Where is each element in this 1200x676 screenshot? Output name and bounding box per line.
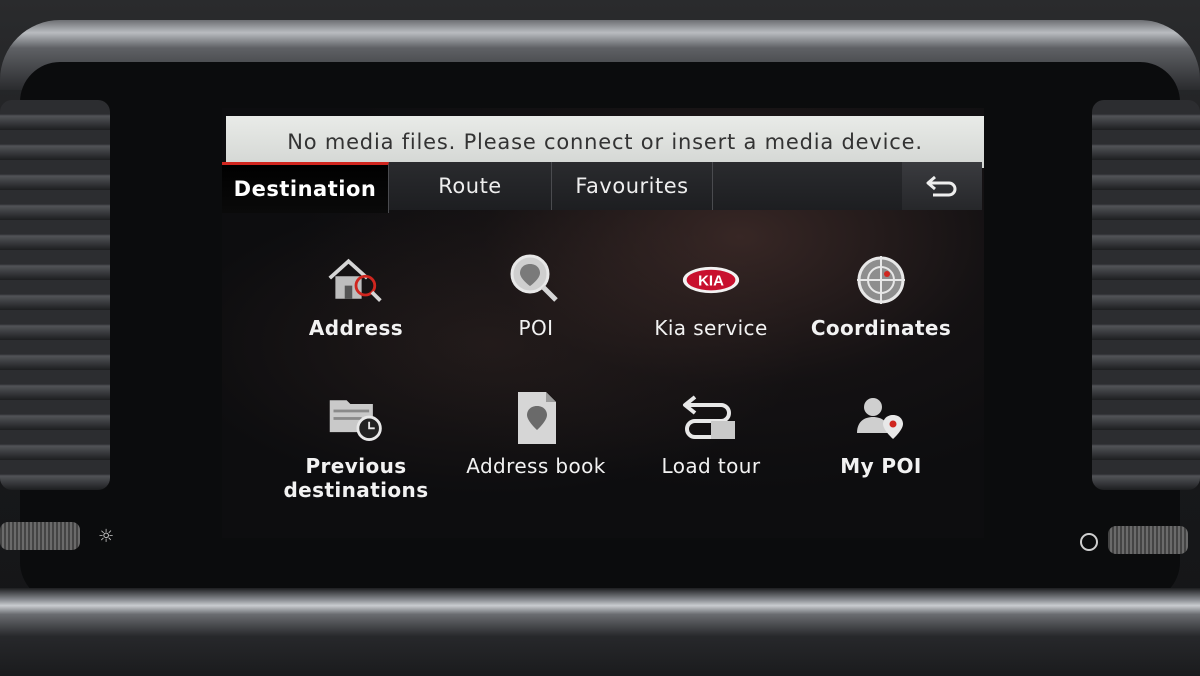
tab-route[interactable]: Route [389, 162, 552, 210]
menu-item-load-tour[interactable]: Load tour [621, 388, 801, 518]
menu-item-label: My POI [840, 454, 922, 478]
address-book-icon [518, 392, 556, 444]
menu-item-label: Address book [466, 454, 606, 478]
navigation-screen: No media files. Please connect or insert… [222, 108, 984, 538]
menu-item-kia-service[interactable]: KIA Kia service [621, 250, 801, 380]
tab-label: Destination [233, 177, 377, 201]
hardware-knob-left[interactable] [0, 522, 80, 550]
menu-item-label: Address [308, 316, 404, 340]
load-tour-icon [683, 395, 735, 439]
tab-bar: Destination Route Favourites [222, 162, 982, 214]
tab-bar-spacer [713, 162, 902, 210]
folder-clock-icon [329, 400, 382, 441]
dashboard-trim-bottom [0, 588, 1200, 676]
back-button[interactable] [902, 162, 982, 210]
coordinates-target-icon [857, 256, 905, 304]
menu-item-poi[interactable]: POI [446, 250, 626, 380]
light-icon: ☼ [98, 526, 115, 547]
svg-text:KIA: KIA [698, 273, 724, 290]
menu-item-address-book[interactable]: Address book [446, 388, 626, 518]
tab-label: Route [438, 174, 502, 198]
menu-item-label: Load tour [661, 454, 761, 478]
power-indicator-icon [1080, 533, 1098, 551]
air-vent-right [1092, 100, 1200, 490]
menu-item-label: Kia service [654, 316, 768, 340]
poi-search-icon [510, 254, 558, 302]
house-search-icon [328, 258, 382, 302]
tab-favourites[interactable]: Favourites [552, 162, 713, 210]
menu-item-address[interactable]: Address [266, 250, 446, 380]
menu-item-label: Previous destinations [283, 454, 429, 502]
menu-item-coordinates[interactable]: Coordinates [791, 250, 971, 380]
media-notification-banner: No media files. Please connect or insert… [226, 116, 984, 168]
tab-label: Favourites [575, 174, 689, 198]
return-arrow-icon [926, 175, 957, 197]
menu-item-label: POI [518, 316, 554, 340]
menu-item-label: Coordinates [810, 316, 952, 340]
user-pin-icon [857, 398, 903, 439]
destination-menu-grid: Address POI KIA Kia service Coordinates … [236, 238, 976, 528]
air-vent-left [0, 100, 110, 490]
banner-message: No media files. Please connect or insert… [287, 130, 923, 154]
kia-logo-icon: KIA [682, 266, 740, 294]
menu-item-previous-destinations[interactable]: Previous destinations [266, 388, 446, 518]
tab-destination[interactable]: Destination [222, 162, 389, 213]
hardware-knob-right[interactable] [1108, 526, 1188, 554]
menu-item-my-poi[interactable]: My POI [791, 388, 971, 518]
